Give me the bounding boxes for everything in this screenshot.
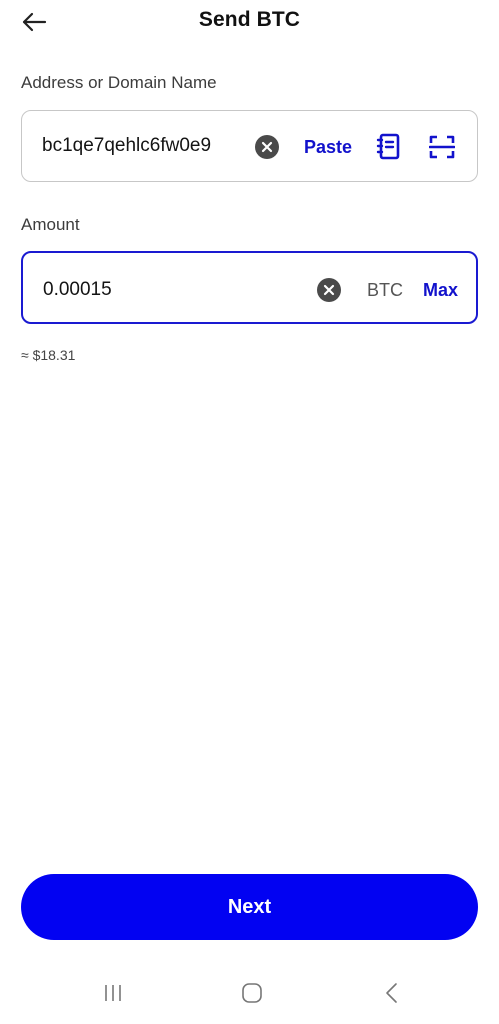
address-book-icon[interactable]: [376, 133, 402, 161]
amount-label: Amount: [21, 215, 80, 234]
back-icon[interactable]: [372, 978, 412, 1008]
header: Send BTC: [0, 0, 499, 44]
address-field[interactable]: bc1qe7qehlc6fw0e9 Paste: [21, 110, 478, 182]
paste-button[interactable]: Paste: [304, 137, 352, 158]
recents-icon[interactable]: [93, 978, 133, 1008]
max-button[interactable]: Max: [423, 280, 458, 301]
amount-input[interactable]: 0.00015: [43, 279, 283, 301]
address-label: Address or Domain Name: [21, 73, 217, 92]
close-circle-icon[interactable]: [317, 278, 341, 302]
fiat-estimate: ≈ $18.31: [21, 347, 76, 363]
amount-field[interactable]: 0.00015 BTC Max: [21, 251, 478, 324]
home-icon[interactable]: [232, 978, 272, 1008]
scan-icon[interactable]: [428, 134, 456, 160]
page-title: Send BTC: [198, 8, 301, 31]
next-button[interactable]: Next: [21, 874, 478, 940]
currency-unit: BTC: [367, 280, 403, 300]
address-input[interactable]: bc1qe7qehlc6fw0e9: [42, 135, 249, 157]
close-circle-icon[interactable]: [255, 135, 279, 159]
system-navbar: [0, 970, 499, 1024]
